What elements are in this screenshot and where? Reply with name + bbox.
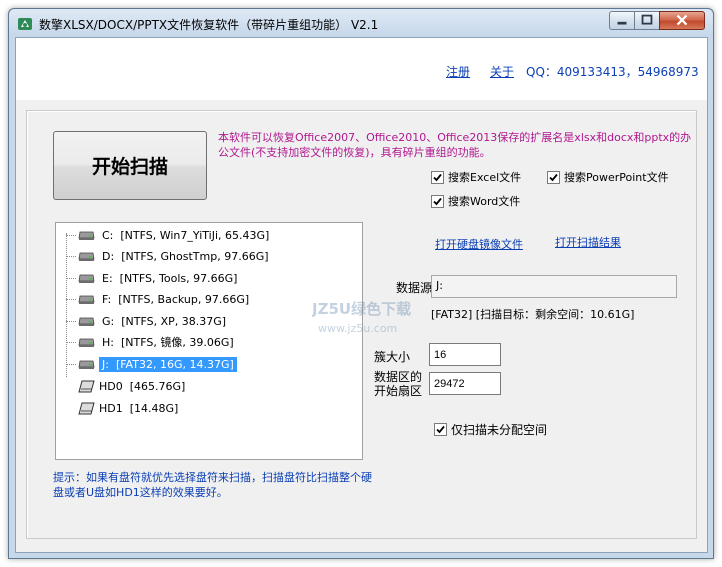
word-option[interactable]: 搜索Word文件 [431,193,520,209]
register-link[interactable]: 注册 [446,63,470,80]
title-bar[interactable]: 数擎XLSX/DOCX/PPTX文件恢复软件（带碎片重组功能） V2.1 [9,9,713,37]
open-results-link[interactable]: 打开扫描结果 [555,234,621,250]
drive-item-e[interactable]: E: [NTFS, Tools, 97.66G] [62,269,240,287]
hard-disk-icon [78,380,95,392]
drive-tree[interactable]: C: [NTFS, Win7_YiTiJi, 65.43G] D: [NTFS,… [55,222,363,460]
source-field: J: [431,275,677,298]
app-icon [18,18,32,30]
drive-icon [78,338,95,347]
cluster-size-input[interactable] [429,343,501,366]
drive-item-c[interactable]: C: [NTFS, Win7_YiTiJi, 65.43G] [62,226,272,244]
close-icon [676,14,688,26]
start-sector-label: 数据区的 开始扇区 [374,370,423,398]
watermark: JZ5U绿色下载 www.jz5u.com [312,300,411,335]
drive-item-j[interactable]: J: [FAT32, 16G, 14.37G] [62,355,237,373]
drive-item-g[interactable]: G: [NTFS, XP, 38.37G] [62,312,229,330]
hard-disk-icon [78,402,95,414]
start-scan-button[interactable]: 开始扫描 [53,131,207,200]
disk-item-hd0[interactable]: HD0 [465.76G] [78,377,185,395]
drive-item-h[interactable]: H: [NTFS, 镜像, 39.06G] [62,333,237,351]
cluster-label: 簇大小 [374,350,411,364]
check-icon [436,425,445,434]
minimize-icon [617,21,627,25]
powerpoint-label: 搜索PowerPoint文件 [564,171,669,184]
hint-text: 提示：如果有盘符就优先选择盘符来扫描，扫描盘符比扫描整个硬盘或者U盘如HD1这样… [53,471,372,499]
check-icon [433,173,442,181]
drive-icon [78,317,95,326]
unallocated-label: 仅扫描未分配空间 [451,423,548,437]
check-icon [549,173,558,181]
disk-item-hd1[interactable]: HD1 [14.48G] [78,399,178,417]
excel-label: 搜索Excel文件 [448,171,522,184]
drive-icon [78,274,95,283]
qq-contact: QQ：409133413，54968973 [526,65,699,79]
about-link[interactable]: 关于 [490,63,514,80]
app-window: 数擎XLSX/DOCX/PPTX文件恢复软件（带碎片重组功能） V2.1 注册 … [8,8,714,559]
start-sector-input[interactable] [429,372,501,395]
unallocated-checkbox[interactable] [434,423,447,436]
drive-item-d[interactable]: D: [NTFS, GhostTmp, 97.66G] [62,247,272,265]
svg-text:JZ5U绿色下载: JZ5U绿色下载 [312,300,411,318]
source-status: [FAT32] [扫描目标：剩余空间：10.61G] [431,308,635,321]
word-label: 搜索Word文件 [448,195,521,208]
client-area: 注册 关于 QQ：409133413，54968973 开始扫描 本软件可以恢复… [15,37,708,553]
description-text: 本软件可以恢复Office2007、Office2010、Office2013保… [218,131,692,159]
check-icon [433,197,442,205]
drive-item-f[interactable]: F: [NTFS, Backup, 97.66G] [62,290,252,308]
drive-icon [78,231,95,240]
close-button[interactable] [659,11,705,30]
word-checkbox[interactable] [431,194,444,208]
header-strip: 注册 关于 QQ：409133413，54968973 [16,38,707,100]
source-label: 数据源 [396,281,433,295]
window-title: 数擎XLSX/DOCX/PPTX文件恢复软件（带碎片重组功能） V2.1 [39,18,379,32]
drive-icon [78,360,95,369]
minimize-button[interactable] [609,11,635,30]
svg-text:www.jz5u.com: www.jz5u.com [318,322,397,335]
unallocated-option[interactable]: 仅扫描未分配空间 [434,421,547,438]
open-image-link[interactable]: 打开硬盘镜像文件 [435,236,523,252]
excel-option[interactable]: 搜索Excel文件 [431,169,521,185]
powerpoint-option[interactable]: 搜索PowerPoint文件 [547,169,669,185]
drive-icon [78,252,95,261]
drive-icon [78,295,95,304]
maximize-button[interactable] [634,11,660,30]
powerpoint-checkbox[interactable] [547,170,560,184]
excel-checkbox[interactable] [431,170,444,184]
maximize-icon [641,14,653,25]
